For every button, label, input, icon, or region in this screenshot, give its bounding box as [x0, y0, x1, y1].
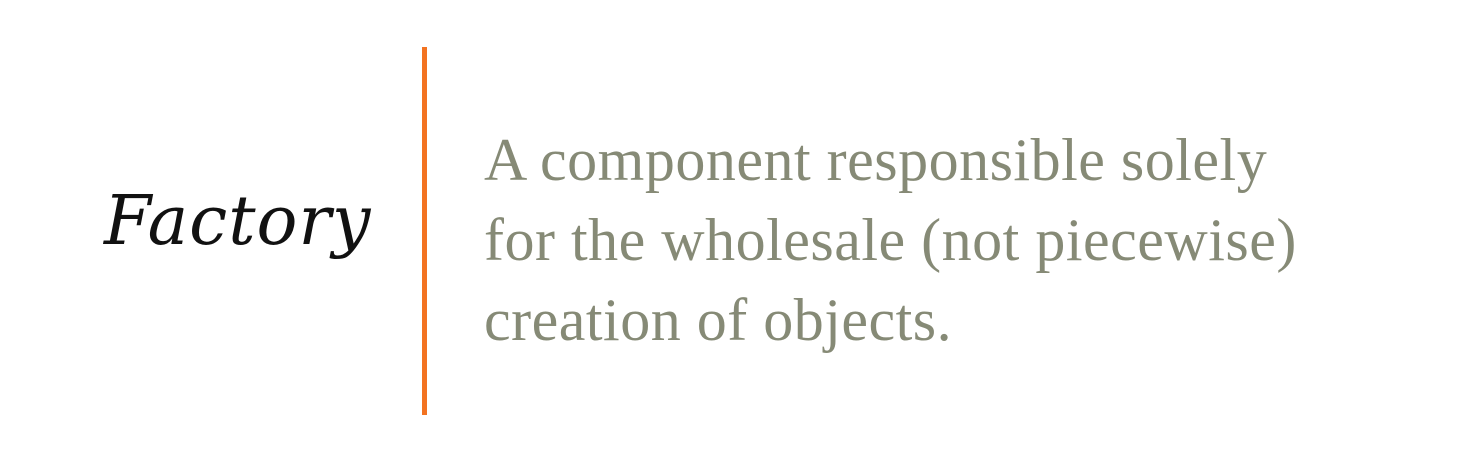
term-heading: Factory: [104, 182, 372, 261]
definition-line: A component responsible solely: [484, 127, 1268, 193]
definition-text: A component responsible solely for the w…: [484, 120, 1297, 360]
definition-line: for the wholesale (not piecewise): [484, 207, 1297, 273]
definition-line: creation of objects.: [484, 287, 953, 353]
vertical-divider: [422, 47, 427, 415]
